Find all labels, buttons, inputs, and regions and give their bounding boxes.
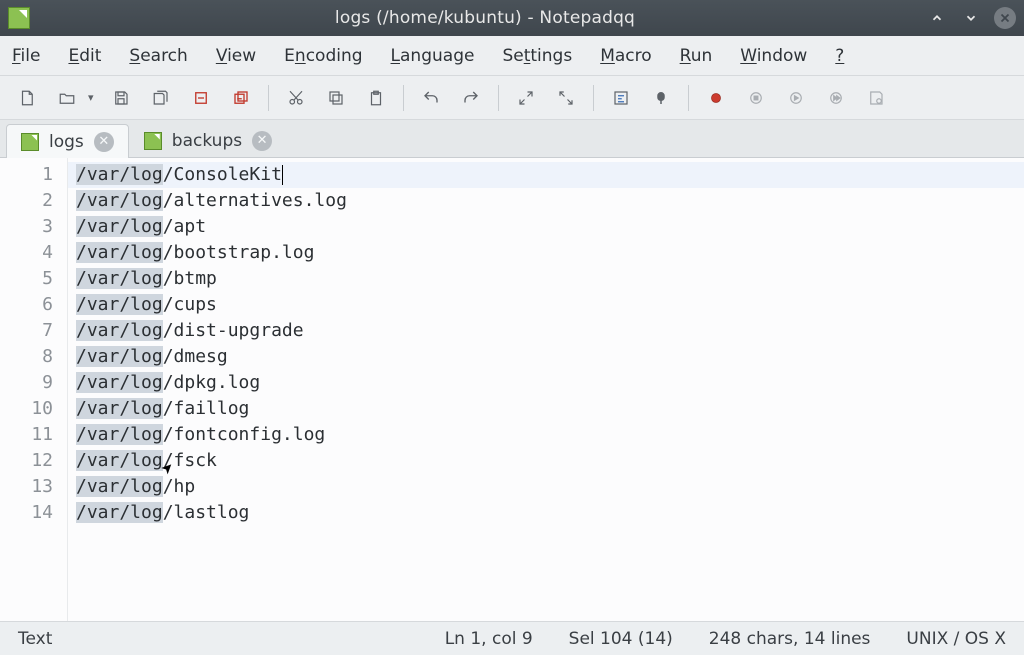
line-number: 3 (0, 214, 67, 240)
menu-window[interactable]: Window (740, 46, 807, 66)
menu-run[interactable]: Run (680, 46, 713, 66)
line-number: 14 (0, 500, 67, 526)
tab-backups[interactable]: backups ✕ (129, 123, 287, 157)
toolbar: ▾ (0, 76, 1024, 120)
save-button[interactable] (104, 81, 138, 115)
redo-button[interactable] (454, 81, 488, 115)
tab-label: logs (49, 132, 84, 152)
line-number: 4 (0, 240, 67, 266)
close-all-button[interactable] (224, 81, 258, 115)
code-line[interactable]: /var/log/bootstrap.log (68, 240, 1024, 266)
save-macro-button[interactable] (859, 81, 893, 115)
code-line[interactable]: /var/log/fontconfig.log (68, 422, 1024, 448)
code-line[interactable]: /var/log/alternatives.log (68, 188, 1024, 214)
code-area[interactable]: ➤ /var/log/ConsoleKit/var/log/alternativ… (68, 158, 1024, 621)
line-number: 9 (0, 370, 67, 396)
menu-file[interactable]: File (12, 46, 40, 66)
window-title: logs (/home/kubuntu) - Notepadqq (44, 8, 926, 28)
open-recent-dropdown[interactable]: ▾ (84, 85, 98, 110)
copy-button[interactable] (319, 81, 353, 115)
code-line[interactable]: /var/log/apt (68, 214, 1024, 240)
code-line[interactable]: /var/log/fsck (68, 448, 1024, 474)
new-file-button[interactable] (10, 81, 44, 115)
stop-macro-button[interactable] (739, 81, 773, 115)
run-macro-multi-button[interactable] (819, 81, 853, 115)
toolbar-separator (498, 85, 499, 111)
save-all-button[interactable] (144, 81, 178, 115)
line-number: 7 (0, 318, 67, 344)
code-line[interactable]: /var/log/faillog (68, 396, 1024, 422)
app-icon (8, 7, 30, 29)
zoom-in-button[interactable] (509, 81, 543, 115)
toolbar-separator (593, 85, 594, 111)
line-number: 2 (0, 188, 67, 214)
status-size: 248 chars, 14 lines (691, 629, 889, 649)
undo-button[interactable] (414, 81, 448, 115)
line-number: 6 (0, 292, 67, 318)
record-macro-button[interactable] (699, 81, 733, 115)
statusbar: Text Ln 1, col 9 Sel 104 (14) 248 chars,… (0, 621, 1024, 655)
menu-encoding[interactable]: Encoding (284, 46, 362, 66)
menu-search[interactable]: Search (129, 46, 187, 66)
line-number: 11 (0, 422, 67, 448)
line-number: 8 (0, 344, 67, 370)
menu-language[interactable]: Language (391, 46, 475, 66)
play-macro-button[interactable] (779, 81, 813, 115)
word-wrap-button[interactable] (604, 81, 638, 115)
show-symbols-button[interactable] (644, 81, 678, 115)
tab-label: backups (172, 131, 242, 151)
code-line[interactable]: /var/log/btmp (68, 266, 1024, 292)
menu-macro[interactable]: Macro (600, 46, 651, 66)
maximize-button[interactable] (960, 7, 982, 29)
code-line[interactable]: /var/log/cups (68, 292, 1024, 318)
document-icon (144, 132, 162, 150)
line-number: 1 (0, 162, 67, 188)
document-icon (21, 133, 39, 151)
editor[interactable]: 1234567891011121314 ➤ /var/log/ConsoleKi… (0, 158, 1024, 621)
code-line[interactable]: /var/log/hp (68, 474, 1024, 500)
window-buttons (926, 7, 1016, 29)
toolbar-separator (688, 85, 689, 111)
code-line[interactable]: /var/log/dmesg (68, 344, 1024, 370)
menu-settings[interactable]: Settings (502, 46, 572, 66)
line-number: 10 (0, 396, 67, 422)
tab-close-button[interactable]: ✕ (94, 132, 114, 152)
open-file-button[interactable] (50, 81, 84, 115)
code-line[interactable]: /var/log/dist-upgrade (68, 318, 1024, 344)
status-eol[interactable]: UNIX / OS X (888, 629, 1024, 649)
line-number: 13 (0, 474, 67, 500)
code-line[interactable]: /var/log/lastlog (68, 500, 1024, 526)
minimize-button[interactable] (926, 7, 948, 29)
close-file-button[interactable] (184, 81, 218, 115)
zoom-out-button[interactable] (549, 81, 583, 115)
code-line[interactable]: /var/log/ConsoleKit (68, 162, 1024, 188)
close-button[interactable] (994, 7, 1016, 29)
titlebar: logs (/home/kubuntu) - Notepadqq (0, 0, 1024, 36)
menubar: File Edit Search View Encoding Language … (0, 36, 1024, 76)
cut-button[interactable] (279, 81, 313, 115)
toolbar-separator (403, 85, 404, 111)
tabbar: logs ✕ backups ✕ (0, 120, 1024, 158)
toolbar-separator (268, 85, 269, 111)
line-number: 5 (0, 266, 67, 292)
tab-logs[interactable]: logs ✕ (6, 124, 129, 158)
status-filetype[interactable]: Text (0, 629, 70, 649)
status-selection: Sel 104 (14) (551, 629, 691, 649)
menu-edit[interactable]: Edit (68, 46, 101, 66)
line-number: 12 (0, 448, 67, 474)
tab-close-button[interactable]: ✕ (252, 131, 272, 151)
paste-button[interactable] (359, 81, 393, 115)
line-number-gutter: 1234567891011121314 (0, 158, 68, 621)
menu-help[interactable]: ? (835, 46, 844, 66)
code-line[interactable]: /var/log/dpkg.log (68, 370, 1024, 396)
app-window: logs (/home/kubuntu) - Notepadqq File Ed… (0, 0, 1024, 655)
menu-view[interactable]: View (216, 46, 256, 66)
status-position: Ln 1, col 9 (427, 629, 551, 649)
